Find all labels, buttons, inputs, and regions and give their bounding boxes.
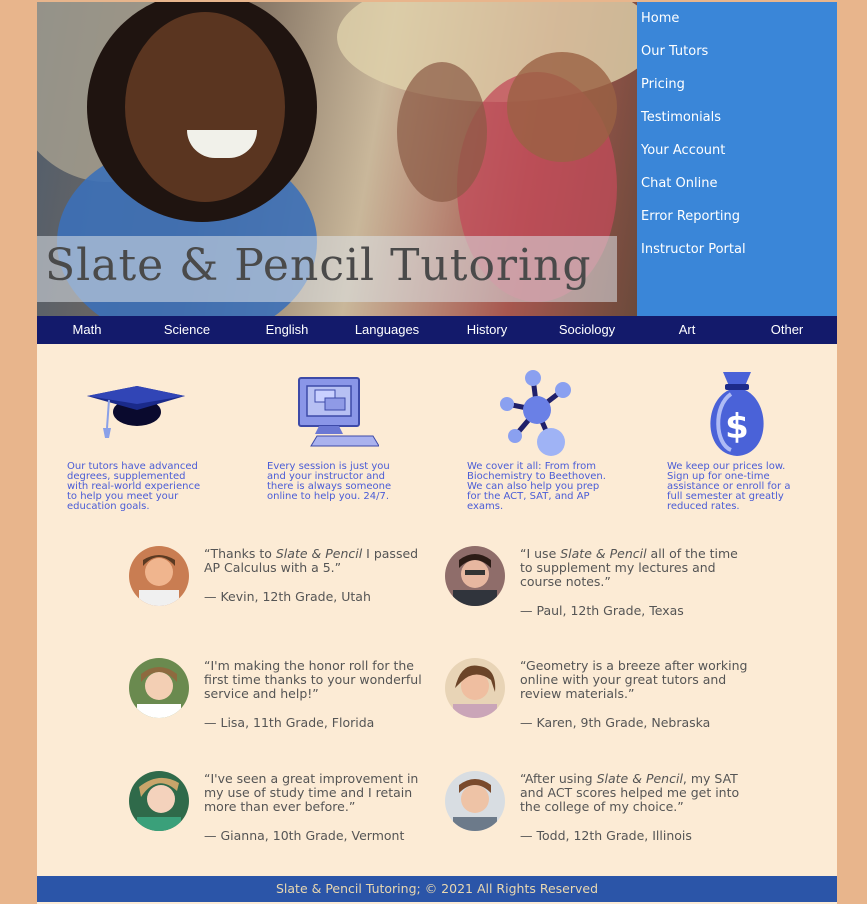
testimonial-quote: “I've seen a great improvement in my use… xyxy=(204,771,419,814)
feature-text-pricing: We keep our prices low. Sign up for one-… xyxy=(667,461,791,512)
testimonial-quote: “Thanks to Slate & Pencil I passed AP Ca… xyxy=(204,546,419,575)
avatar-karen xyxy=(445,658,505,718)
avatar-paul xyxy=(445,546,505,606)
subject-history[interactable]: History xyxy=(437,316,537,344)
subject-math[interactable]: Math xyxy=(37,316,137,344)
subject-science[interactable]: Science xyxy=(137,316,237,344)
side-nav-your-account[interactable]: Your Account xyxy=(641,143,725,158)
side-nav-pricing[interactable]: Pricing xyxy=(641,77,685,92)
testimonial-quote: “Geometry is a breeze after working onli… xyxy=(520,658,748,701)
testimonial-author: — Lisa, 11th Grade, Florida xyxy=(204,715,375,730)
brand-title: Slate & Pencil Tutoring xyxy=(45,240,592,291)
testimonial-quote: “I use Slate & Pencil all of the time to… xyxy=(520,546,738,589)
subject-sociology[interactable]: Sociology xyxy=(537,316,637,344)
testimonial-author: — Paul, 12th Grade, Texas xyxy=(520,603,684,618)
side-nav-error-reporting[interactable]: Error Reporting xyxy=(641,209,740,224)
subject-languages[interactable]: Languages xyxy=(337,316,437,344)
testimonial-quote: “I'm making the honor roll for the first… xyxy=(204,658,422,701)
side-nav: Home Our Tutors Pricing Testimonials You… xyxy=(637,2,837,316)
side-nav-testimonials[interactable]: Testimonials xyxy=(641,110,721,125)
page: Slate & Pencil Tutoring Home Our Tutors … xyxy=(37,2,837,904)
subject-other[interactable]: Other xyxy=(737,316,837,344)
testimonial-author: — Kevin, 12th Grade, Utah xyxy=(204,589,371,604)
side-nav-chat-online[interactable]: Chat Online xyxy=(641,176,717,191)
avatar-lisa xyxy=(129,658,189,718)
side-nav-instructor-portal[interactable]: Instructor Portal xyxy=(641,242,746,257)
side-nav-our-tutors[interactable]: Our Tutors xyxy=(641,44,708,59)
subject-art[interactable]: Art xyxy=(637,316,737,344)
testimonial-author: — Karen, 9th Grade, Nebraska xyxy=(520,715,711,730)
subject-bar: Math Science English Languages History S… xyxy=(37,316,837,344)
svg-text:$: $ xyxy=(725,407,749,447)
molecule-icon xyxy=(500,370,571,456)
avatar-kevin xyxy=(129,546,189,606)
brand-banner: Slate & Pencil Tutoring xyxy=(37,236,617,302)
testimonial-author: — Todd, 12th Grade, Illinois xyxy=(520,828,692,843)
testimonial-author: — Gianna, 10th Grade, Vermont xyxy=(204,828,405,843)
subject-english[interactable]: English xyxy=(237,316,337,344)
feature-text-tutors: Our tutors have advanced degrees, supple… xyxy=(67,461,201,512)
avatar-todd xyxy=(445,771,505,831)
avatar-gianna xyxy=(129,771,189,831)
feature-text-subjects: We cover it all: From from Biochemistry … xyxy=(467,461,606,512)
footer: Slate & Pencil Tutoring; © 2021 All Righ… xyxy=(37,876,837,902)
testimonial-quote: “After using Slate & Pencil, my SAT and … xyxy=(520,771,740,814)
side-nav-home[interactable]: Home xyxy=(641,11,679,26)
hero-photo: Slate & Pencil Tutoring xyxy=(37,2,637,316)
money-bag-icon: $ xyxy=(710,372,764,456)
computer-icon xyxy=(298,377,379,447)
feature-text-sessions: Every session is just you and your instr… xyxy=(267,461,392,502)
graduation-cap-icon xyxy=(87,386,185,438)
